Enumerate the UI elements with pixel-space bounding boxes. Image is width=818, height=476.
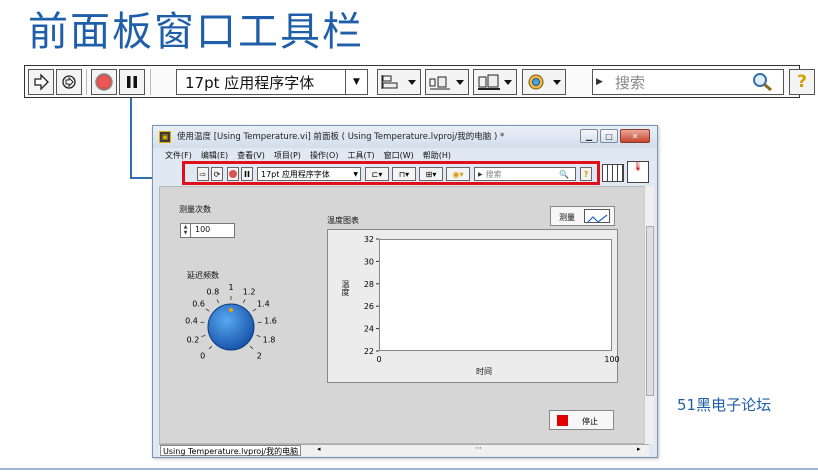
align-objects-icon <box>381 75 416 89</box>
count-value: 100 <box>195 225 211 234</box>
distribute-objects-icon <box>429 76 464 90</box>
knob-tick-label: 1 <box>228 283 233 292</box>
delay-knob[interactable]: 00.2 0.4 0.60.8 1 1.21.4 1.6 1.82 <box>169 282 295 372</box>
run-continuously-button[interactable] <box>56 69 82 95</box>
x-tick-label: 0 <box>376 355 381 364</box>
abort-button[interactable] <box>91 69 117 95</box>
plot-legend-label: 测量 <box>559 213 575 222</box>
stop-button[interactable]: 停止 <box>549 410 614 430</box>
reorder-button[interactable] <box>522 69 566 95</box>
count-label: 测量次数 <box>179 205 211 214</box>
window-title: 使用温度 [Using Temperature.vi] 前面板 ( Using … <box>177 132 505 142</box>
slide-title: 前面板窗口工具栏 <box>28 9 364 55</box>
knob-tick-mark <box>208 345 213 350</box>
stop-square-icon <box>557 415 568 426</box>
knob-tick-mark <box>201 334 206 337</box>
y-tick-label: 26 <box>364 302 374 311</box>
plot-legend-button[interactable]: 测量 <box>550 206 615 226</box>
knob-tick-label: 0 <box>200 351 205 360</box>
callout-line <box>130 98 132 178</box>
scroll-thumb-icon[interactable]: ⋯ <box>475 444 482 452</box>
chart-axes: 22 24 26 28 30 32 0 100 <box>364 235 619 364</box>
run-button[interactable] <box>28 69 54 95</box>
window-titlebar: ▣ 使用温度 [Using Temperature.vi] 前面板 ( Usin… <box>153 126 657 148</box>
knob-tick-mark <box>200 321 205 324</box>
x-tick-label: 100 <box>604 355 619 364</box>
knob-tick-label: 0.8 <box>206 287 219 296</box>
close-button[interactable]: ✕ <box>620 129 650 143</box>
context-help-button[interactable]: ? <box>789 69 815 95</box>
distribute-objects-button[interactable] <box>425 69 469 95</box>
y-axis-label: 温度 <box>341 280 350 296</box>
count-numeric-control[interactable]: ▲ ▼ 100 <box>180 223 235 238</box>
minimize-button[interactable]: ▁ <box>580 129 598 143</box>
scroll-left-icon[interactable]: ◂ <box>317 445 321 453</box>
run-arrow-icon <box>34 73 49 91</box>
slide-divider <box>0 468 818 470</box>
maximize-button[interactable]: □ <box>600 129 618 143</box>
connector-pane-icon[interactable] <box>602 164 624 182</box>
font-select-label: 17pt 应用程序字体 <box>185 73 315 92</box>
knob-tick-label: 0.6 <box>192 299 205 308</box>
front-panel-toolbar: 17pt 应用程序字体 ▼ ▶ 搜索 ? <box>24 65 815 98</box>
knob-tick-mark <box>252 308 257 312</box>
graph-label: 温度图表 <box>327 216 359 225</box>
labview-icon: ▣ <box>159 131 171 143</box>
status-bar: Using Temperature.lvproj/我的电脑 ◂ ⋯ ▸ <box>159 444 649 456</box>
knob-tick-label: 1.4 <box>257 299 270 308</box>
knob-tick-label: 0.4 <box>185 317 198 326</box>
expand-arrow-icon[interactable]: ▶ <box>593 77 607 87</box>
font-select[interactable]: 17pt 应用程序字体 ▼ <box>176 69 368 95</box>
pause-button[interactable] <box>119 69 145 95</box>
pause-icon <box>127 76 137 88</box>
chevron-down-icon[interactable]: ▼ <box>345 70 367 94</box>
y-tick-label: 24 <box>364 325 374 334</box>
y-tick-label: 28 <box>364 280 374 289</box>
scroll-right-icon[interactable]: ▸ <box>637 445 641 453</box>
temperature-chart: 22 24 26 28 30 32 0 100 温度 时间 <box>327 229 619 383</box>
knob-tick-label: 2 <box>257 351 262 360</box>
scrollbar-thumb[interactable] <box>646 226 654 396</box>
knob-tick-label: 1.6 <box>264 317 277 326</box>
knob-tick-label: 1.2 <box>243 287 256 296</box>
reorder-icon <box>528 74 561 90</box>
knob-tick-mark <box>249 345 254 350</box>
project-path: Using Temperature.lvproj/我的电脑 <box>160 445 302 456</box>
vi-icon[interactable]: 🌡 <box>627 161 649 183</box>
watermark: 51黑电子论坛 <box>677 396 772 414</box>
vertical-scrollbar[interactable] <box>644 186 654 444</box>
stop-button-label: 停止 <box>582 417 598 426</box>
front-panel-window: ▣ 使用温度 [Using Temperature.vi] 前面板 ( Usin… <box>152 125 658 458</box>
knob-tick-mark <box>242 299 246 304</box>
knob-tick-mark <box>205 308 210 312</box>
knob-tick-mark <box>256 334 261 337</box>
run-continuously-icon <box>62 75 76 89</box>
search-icon[interactable] <box>751 72 773 92</box>
delay-label: 延迟频数 <box>187 271 219 280</box>
y-tick-label: 30 <box>364 257 374 266</box>
knob-indicator <box>229 308 233 312</box>
x-axis-label: 时间 <box>476 367 492 376</box>
knob-tick-label: 1.8 <box>263 335 276 344</box>
plot-line-icon <box>584 209 610 224</box>
y-tick-label: 22 <box>364 347 374 356</box>
search-field[interactable]: ▶ 搜索 <box>592 69 784 95</box>
y-tick-label: 32 <box>364 235 374 244</box>
spinner-arrows-icon[interactable]: ▲ ▼ <box>181 224 191 237</box>
knob-tick-mark <box>257 321 262 324</box>
toolbar-highlight-box <box>182 161 600 185</box>
knob-tick-label: 0.2 <box>187 335 200 344</box>
knob-tick-mark <box>216 299 220 304</box>
resize-objects-icon <box>478 74 512 90</box>
align-objects-button[interactable] <box>377 69 421 95</box>
abort-stop-icon <box>95 73 113 91</box>
search-placeholder: 搜索 <box>615 73 646 92</box>
resize-objects-button[interactable] <box>473 69 517 95</box>
